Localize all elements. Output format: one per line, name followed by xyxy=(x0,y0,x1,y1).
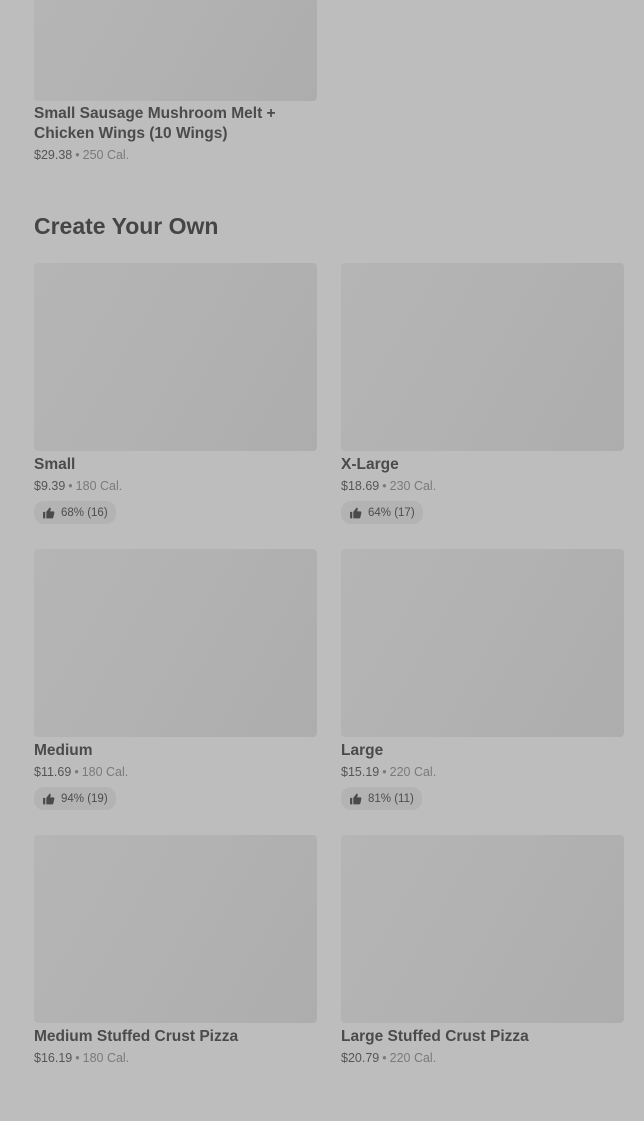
menu-item-calories: 220 Cal. xyxy=(389,1051,437,1065)
menu-item-calories: 180 Cal. xyxy=(81,765,129,779)
menu-item-price: $20.79 xyxy=(341,1051,380,1065)
menu-item-image[interactable] xyxy=(341,835,624,1023)
menu-item-price: $29.38 xyxy=(34,148,73,162)
rating-badge: 81% (11) xyxy=(341,787,422,810)
rating-value: 68% (16) xyxy=(61,506,108,519)
menu-item-title: Medium xyxy=(34,742,93,759)
menu-item-image[interactable] xyxy=(341,549,624,737)
menu-item-title: Small xyxy=(34,456,76,473)
meta-separator: • xyxy=(382,1051,387,1065)
menu-item-meta: $9.39 • 180 Cal. xyxy=(34,477,317,495)
meta-separator: • xyxy=(382,765,387,779)
thumbs-up-icon xyxy=(350,793,362,804)
menu-item-price: $16.19 xyxy=(34,1051,73,1065)
menu-item-meta: $29.38 • 250 Cal. xyxy=(34,146,317,164)
menu-item-image[interactable] xyxy=(341,263,624,451)
rating-value: 64% (17) xyxy=(368,506,415,519)
menu-item-card[interactable]: Medium $11.69 • 180 Cal. 94% (19) xyxy=(34,549,317,835)
menu-item-calories: 220 Cal. xyxy=(389,765,437,779)
meta-separator: • xyxy=(75,148,80,162)
menu-item-price: $11.69 xyxy=(34,765,72,779)
menu-item-card[interactable]: Small $9.39 • 180 Cal. 68% (16) xyxy=(34,263,317,549)
menu-item-price: $18.69 xyxy=(341,479,380,493)
menu-page: Small Sausage Mushroom Melt + Chicken Wi… xyxy=(0,0,644,1088)
menu-item-title: Medium Stuffed Crust Pizza xyxy=(34,1028,239,1045)
menu-item-price: $9.39 xyxy=(34,479,66,493)
menu-item-meta: $18.69 • 230 Cal. xyxy=(341,477,624,495)
thumbs-up-icon xyxy=(43,793,55,804)
menu-item-meta: $15.19 • 220 Cal. xyxy=(341,763,624,781)
meta-separator: • xyxy=(382,479,387,493)
menu-item-image[interactable] xyxy=(34,835,317,1023)
rating-value: 81% (11) xyxy=(368,792,414,805)
menu-item-card[interactable]: Large $15.19 • 220 Cal. 81% (11) xyxy=(341,549,624,835)
menu-item-card[interactable]: X-Large $18.69 • 230 Cal. 64% (17) xyxy=(341,263,624,549)
menu-item-card[interactable]: Medium Stuffed Crust Pizza $16.19 • 180 Ca… xyxy=(34,835,317,1121)
menu-item-meta: $16.19 • 180 Cal. xyxy=(34,1049,317,1067)
rating-badge: 68% (16) xyxy=(34,501,116,524)
menu-item-image[interactable] xyxy=(34,263,317,451)
menu-item-image[interactable] xyxy=(34,549,317,737)
meta-separator: • xyxy=(74,765,79,779)
thumbs-up-icon xyxy=(43,507,55,518)
menu-item-meta: $20.79 • 220 Cal. xyxy=(341,1049,624,1067)
menu-item-card[interactable]: Small Sausage Mushroom Melt + Chicken Wi… xyxy=(34,0,317,164)
rating-badge: 94% (19) xyxy=(34,787,116,810)
menu-item-card[interactable]: Large Stuffed Crust Pizza $20.79 • 220 Cal… xyxy=(341,835,624,1121)
rating-badge: 64% (17) xyxy=(341,501,423,524)
menu-item-calories: 180 Cal. xyxy=(75,479,123,493)
menu-item-meta: $11.69 • 180 Cal. xyxy=(34,763,317,781)
meta-separator: • xyxy=(75,1051,80,1065)
menu-item-title: X-Large xyxy=(341,456,399,473)
menu-item-grid: Small $9.39 • 180 Cal. 68% (16) X-Large $1… xyxy=(34,263,624,1121)
meta-separator: • xyxy=(68,479,73,493)
menu-item-title: Large Stuffed Crust Pizza xyxy=(341,1028,529,1045)
menu-item-price: $15.19 xyxy=(341,765,380,779)
section-title: Create Your Own xyxy=(34,213,219,239)
menu-item-calories: 250 Cal. xyxy=(82,148,130,162)
thumbs-up-icon xyxy=(350,507,362,518)
rating-value: 94% (19) xyxy=(61,792,108,805)
menu-item-title: Small Sausage Mushroom Melt + Chicken Wi… xyxy=(34,105,276,142)
menu-item-calories: 180 Cal. xyxy=(82,1051,130,1065)
menu-item-calories: 230 Cal. xyxy=(389,479,437,493)
menu-item-image[interactable] xyxy=(34,0,317,101)
menu-item-title: Large xyxy=(341,742,384,759)
